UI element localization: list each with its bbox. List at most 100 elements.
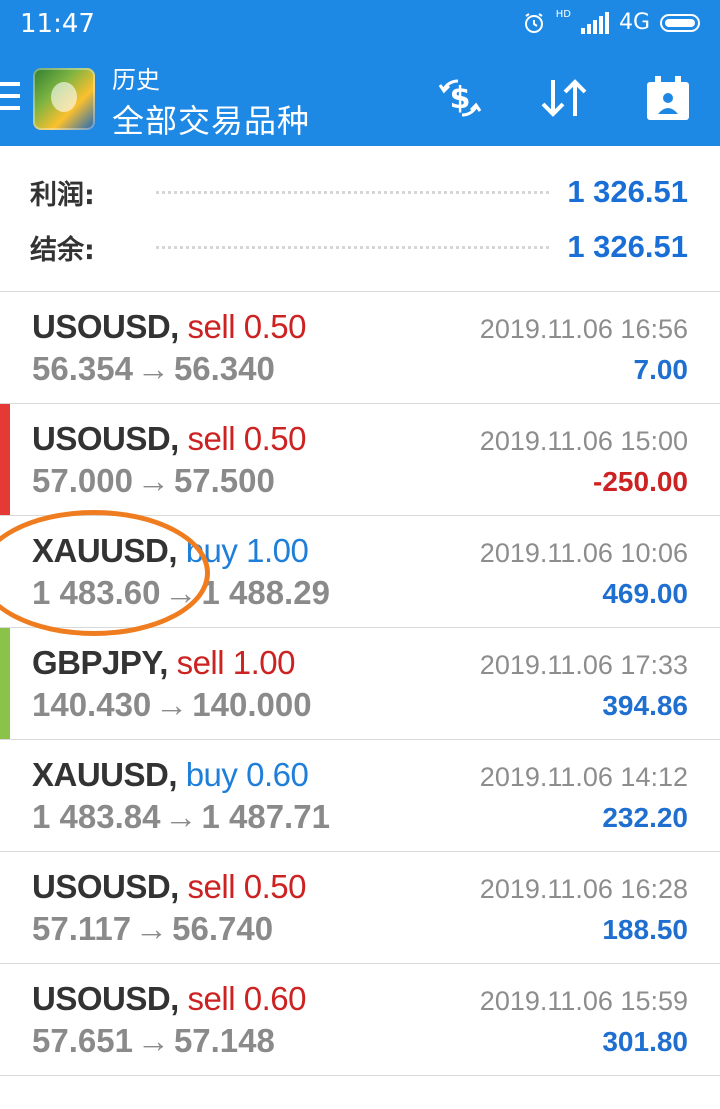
volume: 0.60 — [243, 980, 307, 1017]
arrow-icon: → — [136, 462, 170, 499]
symbol: USOUSD, — [32, 980, 179, 1017]
battery-icon — [660, 13, 700, 32]
arrow-icon: → — [155, 686, 189, 723]
volume: 0.50 — [243, 420, 307, 457]
symbol: USOUSD, — [32, 308, 179, 345]
status-icons: HD 4G — [522, 9, 700, 35]
exchange-dollar-icon[interactable]: $ — [428, 70, 492, 126]
price-range: 140.430 → 140.000 — [32, 686, 312, 724]
volume: 1.00 — [246, 532, 309, 569]
trade-marker — [0, 292, 10, 403]
trade-title: USOUSD, sell 0.50 — [32, 420, 306, 458]
close-price: 57.500 — [173, 462, 275, 499]
close-price: 1 488.29 — [201, 574, 330, 611]
price-range: 57.117 → 56.740 — [32, 910, 273, 948]
trade-row[interactable]: XAUUSD, buy 0.60 1 483.84 → 1 487.71 2019.11… — [0, 740, 720, 852]
balance-value: 1 326.51 — [567, 229, 688, 264]
trade-marker — [0, 740, 10, 851]
trade-marker — [0, 516, 10, 627]
dotted-leader — [156, 190, 550, 194]
trade-title: USOUSD, sell 0.50 — [32, 308, 306, 346]
symbol: GBPJPY, — [32, 644, 168, 681]
trade-profit: 469.00 — [602, 578, 688, 609]
app-bar: 历史 全部交易品种 $ — [0, 52, 720, 146]
volume: 0.50 — [243, 308, 307, 345]
order-type: sell — [187, 420, 236, 457]
profit-row: 利润: 1 326.51 — [30, 172, 688, 212]
trade-time: 2019.11.06 17:33 — [479, 650, 688, 680]
profit-value: 1 326.51 — [567, 174, 688, 209]
close-price: 56.340 — [173, 350, 275, 387]
trade-row[interactable]: USOUSD, sell 0.50 56.354 → 56.340 2019.11.06… — [0, 292, 720, 404]
open-price: 1 483.60 — [32, 574, 161, 611]
order-type: buy — [185, 532, 238, 569]
trade-time: 2019.11.06 10:06 — [479, 538, 688, 568]
symbol: XAUUSD, — [32, 532, 178, 569]
trade-profit: 394.86 — [602, 690, 688, 721]
volume: 1.00 — [232, 644, 296, 681]
trade-marker — [0, 404, 10, 515]
order-type: buy — [185, 756, 238, 793]
open-price: 56.354 — [32, 350, 133, 387]
close-price: 56.740 — [172, 910, 274, 947]
trade-marker — [0, 964, 10, 1075]
trade-title: USOUSD, sell 0.60 — [32, 980, 306, 1018]
arrow-icon: → — [164, 574, 198, 611]
trade-title: GBPJPY, sell 1.00 — [32, 644, 296, 682]
trade-time: 2019.11.06 15:59 — [479, 986, 688, 1016]
trade-row[interactable]: USOUSD, sell 0.60 57.651 → 57.148 2019.11.06… — [0, 964, 720, 1076]
menu-icon[interactable] — [0, 82, 20, 110]
symbol: USOUSD, — [32, 868, 179, 905]
balance-row: 结余: 1 326.51 — [30, 227, 688, 267]
trade-title: USOUSD, sell 0.50 — [32, 868, 306, 906]
open-price: 57.651 — [32, 1022, 133, 1059]
trade-time: 2019.11.06 16:56 — [479, 314, 688, 344]
arrow-icon: → — [136, 1022, 170, 1059]
trade-title: XAUUSD, buy 1.00 — [32, 532, 309, 570]
trade-marker — [0, 628, 10, 739]
price-range: 1 483.84 → 1 487.71 — [32, 798, 330, 836]
trade-profit: 7.00 — [633, 354, 689, 385]
order-type: sell — [176, 644, 225, 681]
trade-row[interactable]: USOUSD, sell 0.50 57.117 → 56.740 2019.11.06… — [0, 852, 720, 964]
arrow-icon: → — [136, 350, 170, 387]
metatrader-logo — [33, 68, 95, 130]
symbol: USOUSD, — [32, 420, 179, 457]
trade-time: 2019.11.06 14:12 — [479, 762, 688, 792]
symbol-filter-title[interactable]: 全部交易品种 — [112, 96, 310, 142]
trade-row[interactable]: USOUSD, sell 0.50 57.000 → 57.500 2019.11.06… — [0, 404, 720, 516]
hd-label: HD — [555, 9, 571, 20]
close-price: 1 487.71 — [201, 798, 330, 835]
trade-time: 2019.11.06 16:28 — [479, 874, 688, 904]
open-price: 57.117 — [32, 910, 132, 947]
volume: 0.50 — [243, 868, 307, 905]
trade-marker — [0, 852, 10, 963]
trade-profit: 301.80 — [602, 1026, 688, 1057]
volume: 0.60 — [246, 756, 309, 793]
trade-row[interactable]: GBPJPY, sell 1.00 140.430 → 140.000 2019.11.… — [0, 628, 720, 740]
arrow-icon: → — [164, 798, 198, 835]
sort-icon[interactable] — [536, 70, 592, 126]
alarm-icon — [524, 12, 543, 33]
profit-label: 利润: — [30, 179, 95, 211]
calendar-icon[interactable] — [640, 70, 696, 126]
balance-label: 结余: — [30, 234, 95, 266]
svg-text:$: $ — [450, 81, 471, 116]
trade-time: 2019.11.06 15:00 — [479, 426, 688, 456]
trade-profit: 232.20 — [602, 802, 688, 833]
trade-row[interactable]: XAUUSD, buy 1.00 1 483.60 → 1 488.29 2019.11… — [0, 516, 720, 628]
price-range: 57.651 → 57.148 — [32, 1022, 275, 1060]
trade-profit: 188.50 — [602, 914, 688, 945]
trade-title: XAUUSD, buy 0.60 — [32, 756, 309, 794]
trade-profit: -250.00 — [593, 466, 688, 497]
status-time: 11:47 — [20, 9, 95, 39]
dotted-leader — [156, 245, 550, 249]
network-type: 4G — [618, 10, 650, 35]
open-price: 57.000 — [32, 462, 133, 499]
open-price: 140.430 — [32, 686, 152, 723]
price-range: 57.000 → 57.500 — [32, 462, 275, 500]
close-price: 57.148 — [173, 1022, 275, 1059]
open-price: 1 483.84 — [32, 798, 161, 835]
order-type: sell — [187, 980, 236, 1017]
history-summary: 利润: 1 326.51 结余: 1 326.51 — [0, 146, 720, 292]
